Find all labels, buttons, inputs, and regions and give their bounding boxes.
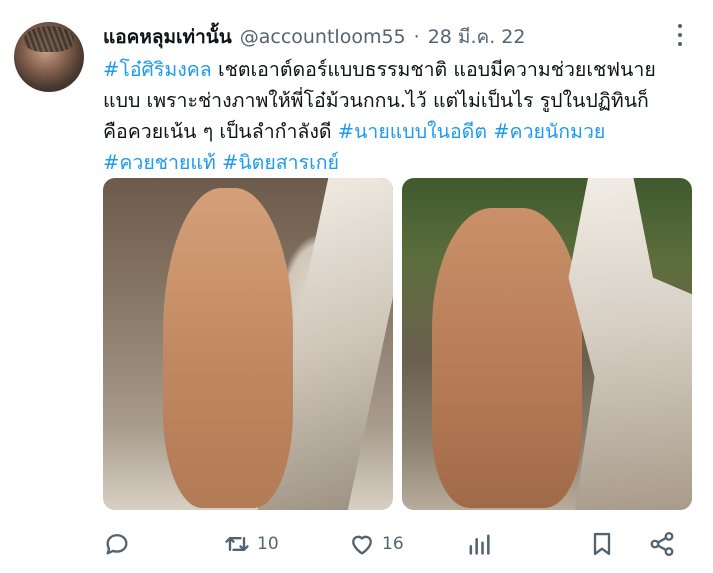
- hashtag-link[interactable]: #ควยชายแท้: [103, 151, 216, 174]
- tweet-text-segment: คือควยเน้น ๆ เป็นลำกำลังดี: [103, 120, 338, 143]
- hashtag-link[interactable]: #ควยนักมวย: [493, 120, 605, 143]
- bookmark-icon: [593, 532, 611, 556]
- tweet-photo-2[interactable]: [402, 178, 692, 510]
- avatar[interactable]: [14, 22, 84, 92]
- retweet-button[interactable]: 10: [223, 530, 279, 558]
- retweet-count: 10: [257, 534, 279, 554]
- more-icon[interactable]: [677, 24, 683, 46]
- retweet-icon: [225, 537, 249, 551]
- views-button[interactable]: [465, 530, 499, 558]
- hashtag-link[interactable]: #โอ๋ศิริมงคล: [103, 58, 212, 81]
- hashtag-link[interactable]: #นิตยสารเกย์: [222, 151, 339, 174]
- heart-icon: [352, 535, 372, 555]
- share-button[interactable]: [648, 530, 676, 558]
- views-icon: [469, 534, 490, 555]
- tweet-text: #โอ๋ศิริมงคล เชตเอาต์ดอร์แบบธรรมชาติ แอบ…: [103, 54, 693, 178]
- display-name[interactable]: แอคหลุมเท่านั้น: [103, 22, 232, 52]
- tweet-text-line: #โอ๋ศิริมงคล เชตเอาต์ดอร์แบบธรรมชาติ แอบ…: [103, 54, 693, 85]
- tweet-text-line: คือควยเน้น ๆ เป็นลำกำลังดี #นายแบบในอดีต…: [103, 116, 693, 147]
- like-button[interactable]: 16: [348, 530, 404, 558]
- action-bar: 10 16: [103, 528, 683, 562]
- reply-icon: [106, 534, 128, 555]
- tweet-text-segment: แบบ เพราะช่างภาพให้พี่โอ๋ม้วนกกน.ไว้ แต่…: [103, 89, 649, 112]
- user-handle[interactable]: @accountloom55: [240, 26, 406, 48]
- separator-dot: ·: [413, 26, 420, 48]
- tweet-text-line: แบบ เพราะช่างภาพให้พี่โอ๋ม้วนกกน.ไว้ แต่…: [103, 85, 693, 116]
- share-icon: [650, 531, 674, 557]
- tweet-text-segment: เชตเอาต์ดอร์แบบธรรมชาติ แอบมีความช่วยเชฟ…: [211, 58, 656, 81]
- tweet-header: แอคหลุมเท่านั้น @accountloom55 · 28 มี.ค…: [103, 22, 683, 52]
- reply-button[interactable]: [103, 530, 137, 558]
- tweet-text-line: #ควยชายแท้ #นิตยสารเกย์: [103, 147, 693, 178]
- bookmark-button[interactable]: [588, 530, 616, 558]
- tweet-photo-1[interactable]: [103, 178, 393, 510]
- tweet-date[interactable]: 28 มี.ค. 22: [428, 22, 526, 52]
- like-count: 16: [382, 534, 404, 554]
- media-grid: [103, 178, 692, 510]
- hashtag-link[interactable]: #นายแบบในอดีต: [338, 120, 487, 143]
